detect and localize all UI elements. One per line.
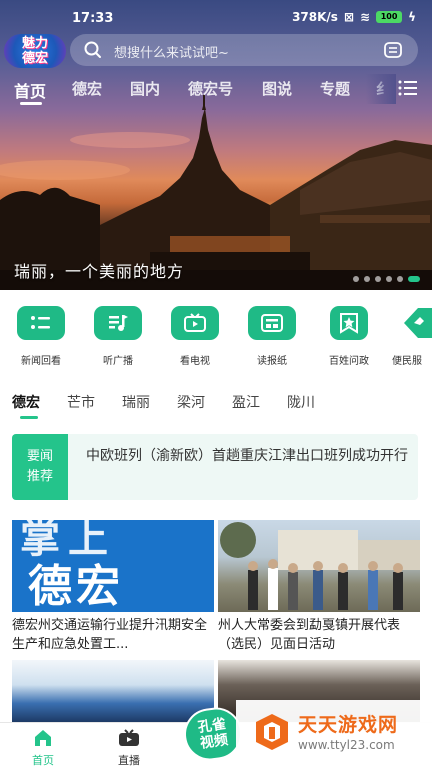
region-ruili[interactable]: 瑞丽 — [122, 392, 150, 412]
quick-label: 读报纸 — [257, 356, 287, 367]
quick-label: 百姓问政 — [329, 356, 369, 367]
quick-news-replay[interactable]: 新闻回看 — [6, 306, 76, 367]
news-image — [12, 660, 214, 722]
carousel-dot[interactable] — [353, 276, 359, 282]
nav-label: 直播 — [118, 754, 140, 767]
news-image: 掌上 德宏 — [12, 520, 214, 612]
quick-tv[interactable]: 看电视 — [160, 306, 230, 367]
sim-icon: ⊠ — [343, 10, 355, 24]
region-lianghe[interactable]: 梁河 — [177, 392, 205, 412]
charging-icon: ϟ — [408, 10, 416, 24]
live-tv-icon — [119, 729, 139, 746]
service-icon — [400, 306, 432, 340]
channel-tabs: 首页 德宏 国内 德宏号 图说 专题 纟 — [0, 74, 432, 105]
recommended-news[interactable]: 要闻 推荐 中欧班列（渝新欧）首趟重庆江津出口班列成功开行 — [12, 434, 418, 500]
carousel-dot[interactable] — [397, 276, 403, 282]
carousel-dots — [353, 276, 420, 282]
quick-convenience[interactable]: 便民服 — [388, 306, 432, 367]
quick-label: 听广播 — [103, 356, 133, 367]
nav-live[interactable]: 直播 — [104, 729, 154, 768]
watermark: 天天游戏网 www.ttyl23.com — [236, 700, 432, 768]
carousel-dot[interactable] — [364, 276, 370, 282]
tab-underline — [20, 102, 42, 105]
recommended-headline: 中欧班列（渝新欧）首趟重庆江津出口班列成功开行 — [86, 448, 408, 464]
region-dehong[interactable]: 德宏 — [12, 392, 40, 412]
news-title: 德宏州交通运输行业提升汛期安全生产和应急处置工... — [12, 618, 208, 652]
region-yingjiang[interactable]: 盈江 — [232, 392, 260, 412]
logo-text-top: 魅力 — [21, 36, 48, 51]
news-card[interactable]: 掌上 德宏 德宏州交通运输行业提升汛期安全生产和应急处置工... — [12, 520, 214, 654]
tag-line: 推荐 — [26, 469, 53, 484]
status-bar: 17:33 378K/s ⊠ ≋ 100 ϟ — [0, 0, 432, 36]
region-underline — [20, 416, 38, 419]
search-placeholder: 想搜什么来试试吧~ — [114, 46, 229, 61]
recommended-tag: 要闻 推荐 — [12, 434, 68, 500]
quick-newspaper[interactable]: 读报纸 — [237, 306, 307, 367]
app-logo[interactable]: 魅力 德宏 — [4, 34, 66, 68]
tv-icon — [171, 306, 219, 340]
scan-icon[interactable] — [384, 42, 402, 58]
watermark-url: www.ttyl23.com — [298, 738, 395, 752]
tab-fade — [366, 74, 396, 104]
people-meeting-photo — [220, 522, 420, 610]
news-list-icon — [17, 306, 65, 340]
tab-photo-story[interactable]: 图说 — [262, 78, 292, 99]
tab-domestic[interactable]: 国内 — [130, 78, 160, 99]
carousel-dot[interactable] — [386, 276, 392, 282]
tab-topics[interactable]: 专题 — [320, 78, 350, 99]
news-title: 州人大常委会到勐戛镇开展代表（选民）见面日活动 — [218, 618, 401, 652]
quick-radio[interactable]: 听广播 — [83, 306, 153, 367]
battery-icon: 100 — [376, 11, 403, 23]
status-time: 17:33 — [72, 11, 114, 26]
logo-text-bottom: 德宏 — [21, 51, 48, 66]
watermark-title: 天天游戏网 — [298, 714, 399, 736]
home-icon — [35, 730, 51, 746]
quick-label: 新闻回看 — [21, 356, 61, 367]
region-longchuan[interactable]: 陇川 — [287, 392, 315, 412]
network-speed: 378K/s — [292, 10, 338, 24]
wifi-icon: ≋ — [360, 10, 371, 24]
quick-label: 便民服 — [392, 356, 422, 367]
region-mangshi[interactable]: 芒市 — [67, 392, 95, 412]
tab-dehong-account[interactable]: 德宏号 — [188, 78, 233, 99]
tab-home[interactable]: 首页 — [14, 78, 46, 102]
nav-home[interactable]: 首页 — [18, 729, 68, 768]
quick-public-affairs[interactable]: 百姓问政 — [314, 306, 384, 367]
quick-label: 看电视 — [180, 356, 210, 367]
hero-banner[interactable]: 17:33 378K/s ⊠ ≋ 100 ϟ 魅力 德宏 想搜什么来试试吧~ 首… — [0, 0, 432, 290]
tag-line: 要闻 — [26, 449, 53, 464]
image-text: 德宏 — [28, 561, 124, 612]
nav-label: 首页 — [32, 754, 54, 767]
tab-dehong[interactable]: 德宏 — [72, 78, 102, 99]
channel-menu-icon[interactable] — [398, 80, 418, 96]
carousel-dot[interactable] — [375, 276, 381, 282]
news-card[interactable] — [12, 660, 214, 722]
watermark-logo-icon — [256, 714, 288, 750]
search-icon — [84, 41, 101, 58]
hero-caption: 瑞丽，一个美丽的地方 — [14, 262, 185, 281]
search-bar[interactable]: 想搜什么来试试吧~ — [70, 34, 418, 66]
news-card[interactable]: 州人大常委会到勐戛镇开展代表（选民）见面日活动 — [218, 520, 420, 654]
region-tabs: 德宏 芒市 瑞丽 梁河 盈江 陇川 — [0, 392, 432, 419]
music-icon — [94, 306, 142, 340]
newspaper-icon — [248, 306, 296, 340]
quick-entries: 新闻回看 听广播 看电视 读报纸 百姓问政 便民服 — [0, 300, 432, 374]
star-bookmark-icon — [330, 306, 368, 340]
carousel-dot-active[interactable] — [408, 276, 420, 282]
news-image — [218, 520, 420, 612]
status-icons: 378K/s ⊠ ≋ 100 ϟ — [292, 10, 416, 24]
